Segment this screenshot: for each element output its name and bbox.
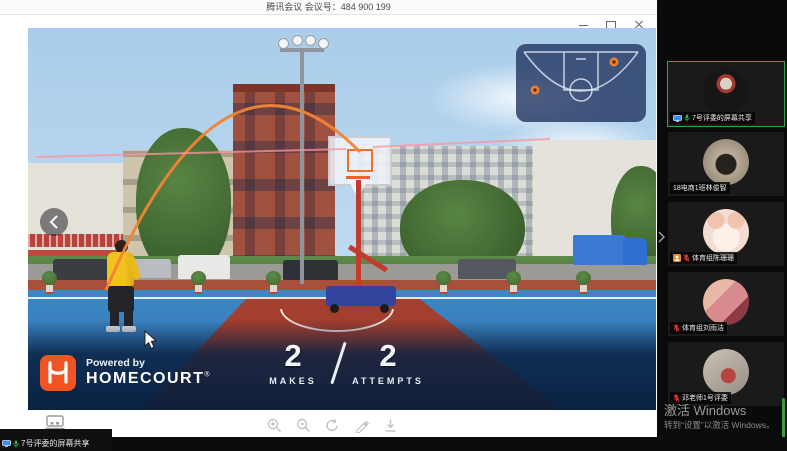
participant-name: 18电商1班林俊智	[673, 183, 727, 193]
shared-screen-window: Powered by HOMECOURT® 2 MAKES 2 ATTEMPTS	[0, 15, 657, 437]
avatar	[703, 69, 749, 115]
share-status-text: 7号评委的屏幕共享	[21, 438, 89, 449]
mic-muted-icon	[683, 254, 690, 262]
participant-tile[interactable]: 邓老师1号评委	[668, 342, 784, 406]
attempts-value: 2	[361, 340, 415, 371]
participant-tile[interactable]: 7号评委的屏幕共享	[668, 62, 784, 126]
participants-sidebar: 正在讲话: 7号评委 7号评委的屏幕共享	[657, 0, 787, 451]
zoom-in-icon[interactable]	[266, 417, 283, 434]
rotate-icon[interactable]	[324, 417, 341, 434]
participant-tile[interactable]: 体育组陈珊珊	[668, 202, 784, 266]
shared-video-content: Powered by HOMECOURT® 2 MAKES 2 ATTEMPTS	[28, 28, 656, 410]
homecourt-logo	[40, 355, 76, 391]
participant-name: 7号评委的屏幕共享	[692, 113, 752, 123]
participant-name: 体育组陈珊珊	[692, 253, 734, 263]
participant-name: 体育组刘雨洁	[682, 323, 724, 333]
avatar	[703, 279, 749, 325]
titlebar: 腾讯会议 会议号：484 900 199	[0, 0, 657, 15]
activate-windows-watermark: 激活 Windows	[664, 400, 746, 419]
mic-on-icon	[13, 440, 19, 448]
screen-share-icon	[673, 115, 682, 122]
brand-text: HOMECOURT®	[86, 370, 210, 388]
participant-tile[interactable]: 18电商1班林俊智	[668, 132, 784, 196]
makes-value: 2	[266, 340, 320, 371]
zoom-out-icon[interactable]	[295, 417, 312, 434]
back-chevron-icon[interactable]	[40, 208, 68, 236]
activate-windows-watermark-sub: 转到“设置”以激活 Windows。	[664, 419, 775, 431]
meeting-title: 腾讯会议 会议号：484 900 199	[266, 2, 391, 12]
court-minimap	[516, 44, 646, 122]
mic-on-icon	[684, 114, 690, 122]
viewer-toolbar	[266, 417, 399, 434]
avatar	[703, 139, 749, 185]
avatar	[703, 349, 749, 395]
collapse-arrow-icon[interactable]	[655, 226, 667, 248]
download-icon[interactable]	[382, 417, 399, 434]
screen-share-icon	[2, 440, 11, 447]
makes-label: MAKES	[256, 376, 330, 386]
screen-share-status-popup[interactable]: 7号评委的屏幕共享	[0, 429, 112, 451]
powered-by-text: Powered by	[86, 357, 145, 369]
mic-muted-icon	[673, 324, 680, 332]
participant-tile[interactable]: 体育组刘雨洁	[668, 272, 784, 336]
pen-icon[interactable]	[353, 417, 370, 434]
meeting-window: 腾讯会议 会议号：484 900 199	[0, 0, 787, 451]
sidebar-scrollbar[interactable]	[782, 398, 785, 442]
minimap-lines	[516, 44, 646, 122]
attempts-label: ATTEMPTS	[343, 376, 433, 386]
avatar	[703, 209, 749, 255]
host-icon	[673, 254, 681, 262]
cursor-icon	[144, 330, 158, 350]
taskbar	[0, 437, 787, 451]
